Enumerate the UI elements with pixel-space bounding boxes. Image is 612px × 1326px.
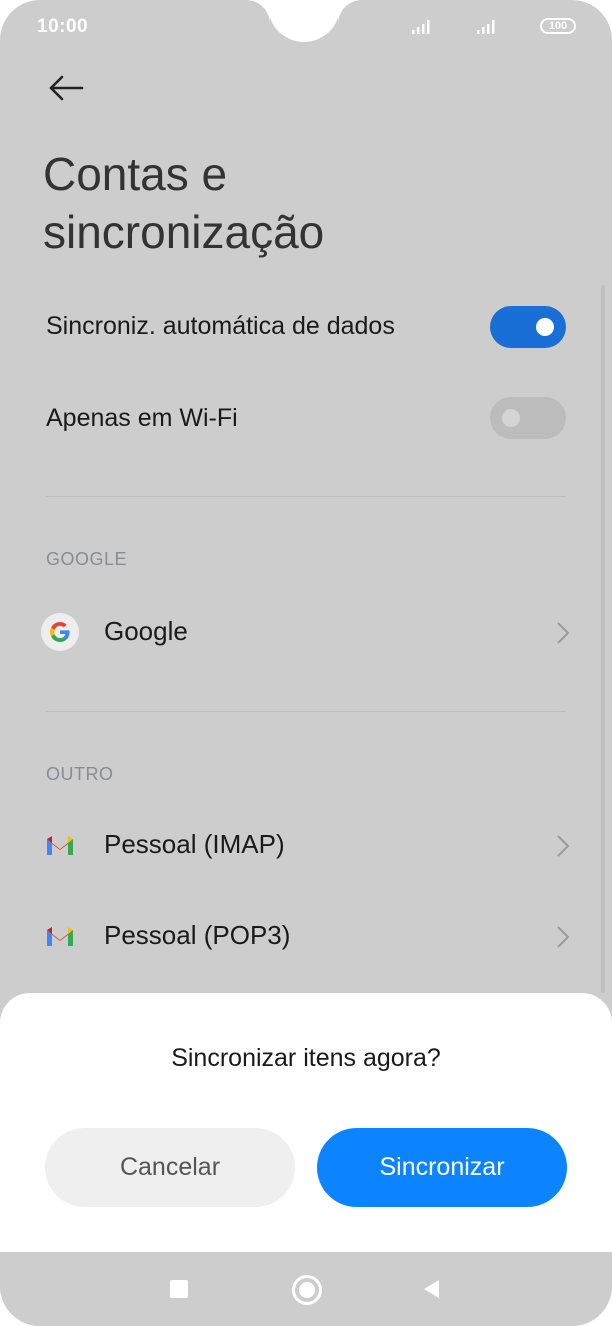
- chevron-right-icon: [557, 622, 570, 644]
- nav-back-icon[interactable]: [422, 1278, 440, 1300]
- divider: [46, 711, 566, 712]
- battery-icon: 100: [540, 18, 576, 34]
- auto-sync-toggle[interactable]: [490, 306, 566, 348]
- gmail-icon: [47, 836, 73, 855]
- home-icon[interactable]: [292, 1275, 322, 1305]
- google-icon: [41, 613, 79, 651]
- camera-notch: [268, 0, 340, 42]
- notch-right-curve: [338, 0, 362, 24]
- section-header-google: GOOGLE: [46, 549, 128, 569]
- gmail-icon: [47, 927, 73, 946]
- chevron-right-icon: [557, 926, 570, 948]
- back-arrow-icon[interactable]: [46, 70, 86, 106]
- divider: [46, 496, 566, 497]
- sync-dialog-sheet: [0, 993, 612, 1255]
- signal-icon-2: [477, 20, 495, 34]
- phone-screen: 10:00 100 Contas e sincronização Sincron…: [0, 0, 612, 1326]
- auto-sync-label: Sincroniz. automática de dados: [46, 312, 395, 340]
- notch-left-curve: [246, 0, 270, 24]
- account-item-google[interactable]: Google: [0, 598, 612, 668]
- status-bar: 10:00 100: [0, 0, 612, 52]
- wifi-only-row[interactable]: Apenas em Wi-Fi: [46, 404, 566, 433]
- scrollbar[interactable]: [601, 285, 605, 993]
- signal-icon: [412, 20, 430, 34]
- recents-icon[interactable]: [170, 1280, 188, 1298]
- section-header-other: OUTRO: [46, 764, 114, 784]
- chevron-right-icon: [557, 835, 570, 857]
- cancel-button[interactable]: Cancelar: [45, 1128, 295, 1207]
- sync-button[interactable]: Sincronizar: [317, 1128, 567, 1207]
- account-label-imap: Pessoal (IMAP): [104, 829, 285, 859]
- account-item-pop3[interactable]: Pessoal (POP3): [0, 902, 612, 972]
- dialog-title: Sincronizar itens agora?: [171, 1044, 441, 1072]
- account-label-pop3: Pessoal (POP3): [104, 920, 291, 950]
- account-label-google: Google: [104, 616, 188, 646]
- page-title: Contas e sincronização: [43, 145, 543, 261]
- auto-sync-row[interactable]: Sincroniz. automática de dados: [46, 312, 566, 341]
- account-item-imap[interactable]: Pessoal (IMAP): [0, 811, 612, 881]
- page-title-line2: sincronização: [43, 206, 325, 258]
- toggle-knob: [536, 318, 554, 336]
- toggle-knob: [502, 409, 520, 427]
- page-title-line1: Contas e: [43, 148, 228, 200]
- status-time: 10:00: [37, 16, 89, 37]
- wifi-only-label: Apenas em Wi-Fi: [46, 404, 238, 432]
- wifi-only-toggle[interactable]: [490, 397, 566, 439]
